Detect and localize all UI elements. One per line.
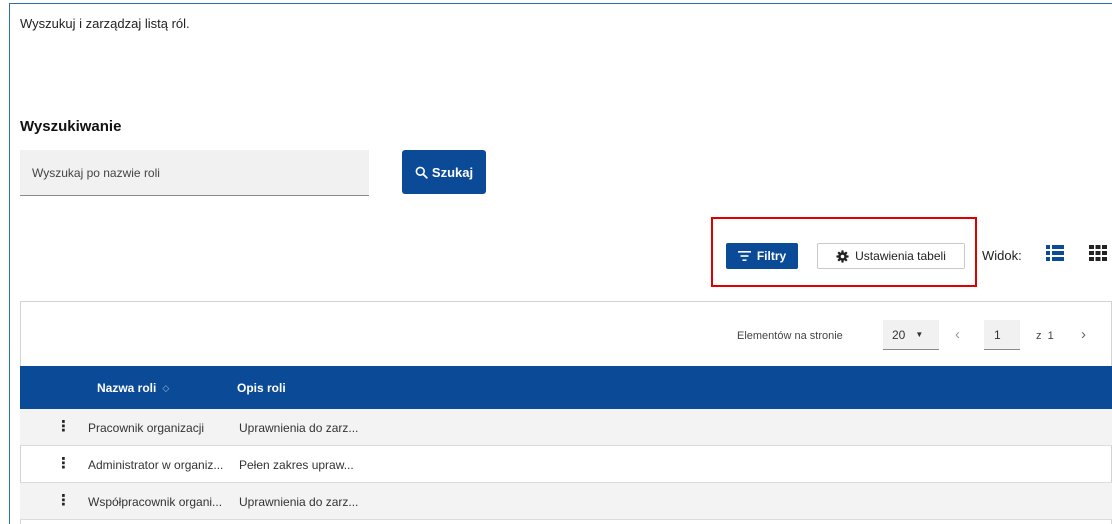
filters-button-label: Filtry — [756, 249, 787, 263]
kebab-menu-icon[interactable]: ⋮ — [56, 419, 71, 434]
table-settings-label: Ustawienia tabeli — [855, 249, 946, 263]
view-label: Widok: — [982, 248, 1022, 263]
search-button-label: Szukaj — [431, 164, 474, 180]
search-button[interactable]: Szukaj — [402, 150, 486, 194]
table-header: Nazwa roli ◇ Opis roli — [20, 366, 1112, 409]
table-row[interactable]: ⋮ Współpracownik organi... Uprawnienia d… — [20, 483, 1112, 520]
per-page-value: 20 — [892, 327, 906, 342]
column-header-role-description: Opis roli — [237, 381, 286, 395]
per-page-select[interactable]: 20 ▼ — [883, 320, 939, 350]
current-page-input[interactable]: 1 — [984, 320, 1020, 350]
role-description-cell: Uprawnienia do zarz... — [239, 421, 359, 435]
column-header-role-name[interactable]: Nazwa roli ◇ — [97, 381, 169, 395]
search-field[interactable] — [20, 150, 369, 196]
search-icon — [415, 166, 428, 179]
filter-icon — [737, 251, 751, 261]
per-page-label: Elementów na stronie — [737, 330, 843, 342]
search-input[interactable] — [20, 150, 369, 195]
filters-button[interactable]: Filtry — [726, 243, 798, 269]
search-section-title: Wyszukiwanie — [20, 118, 122, 135]
kebab-menu-icon[interactable]: ⋮ — [56, 456, 71, 471]
role-name-cell: Administrator w organiz... — [88, 458, 224, 472]
of-label: z — [1036, 330, 1042, 342]
role-description-cell: Uprawnienia do zarz... — [239, 495, 359, 509]
total-pages-label: z 1 — [1036, 330, 1054, 342]
table-row[interactable]: ⋮ Pracownik organizacji Uprawnienia do z… — [20, 409, 1112, 446]
caret-down-icon: ▼ — [915, 330, 924, 339]
table-row[interactable]: ⋮ Administrator w organiz... Pełen zakre… — [20, 446, 1112, 483]
chevron-left-icon[interactable]: ‹ — [955, 326, 960, 343]
role-name-cell: Pracownik organizacji — [88, 421, 205, 435]
list-view-icon[interactable] — [1046, 245, 1064, 261]
grid-view-icon[interactable] — [1089, 245, 1107, 261]
kebab-menu-icon[interactable]: ⋮ — [56, 493, 71, 508]
role-description-cell: Pełen zakres upraw... — [239, 458, 354, 472]
sort-icon[interactable]: ◇ — [162, 383, 169, 394]
role-name-cell: Współpracownik organi... — [88, 495, 223, 509]
gear-icon — [836, 249, 849, 263]
table-settings-button[interactable]: Ustawienia tabeli — [817, 243, 965, 269]
page-description: Wyszukuj i zarządzaj listą ról. — [20, 16, 190, 31]
column-header-label: Nazwa roli — [97, 381, 157, 395]
total-pages: 1 — [1047, 330, 1054, 342]
chevron-right-icon[interactable]: › — [1081, 326, 1086, 343]
